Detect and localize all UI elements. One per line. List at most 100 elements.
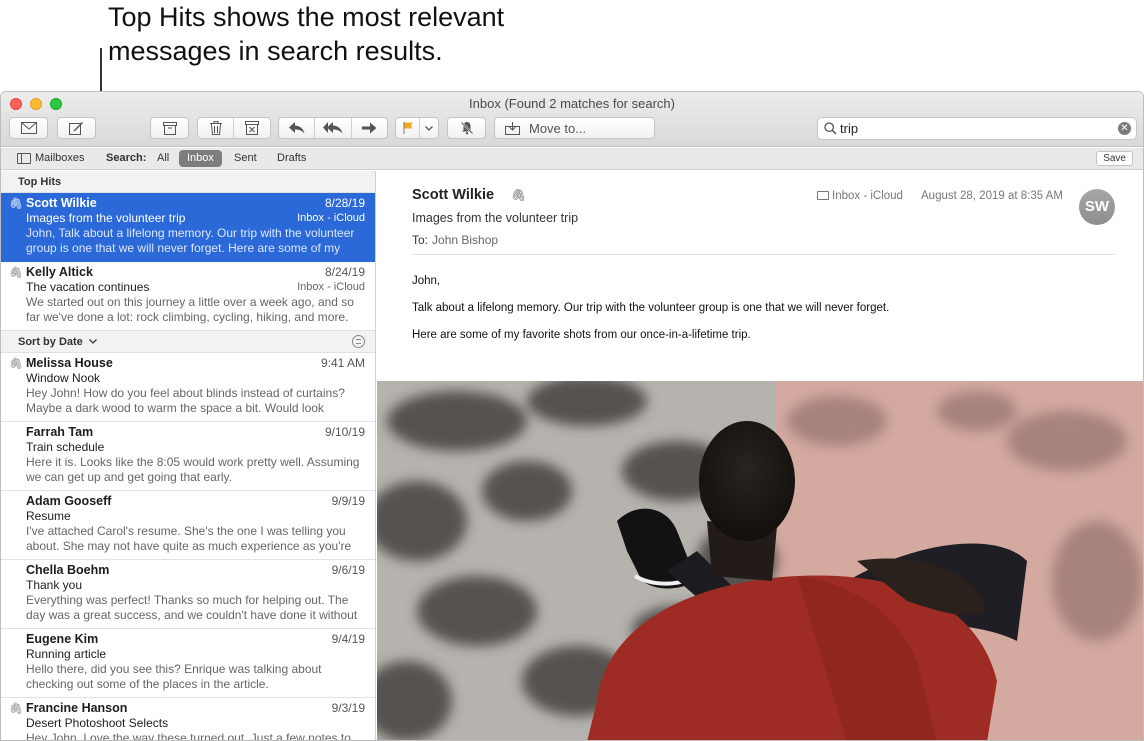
message-row-adam-gooseff[interactable]: Adam Gooseff 9/9/19 Resume I've attached …	[1, 491, 375, 560]
message-row-melissa-house[interactable]: 🖇 Melissa House 9:41 AM Window Nook Hey J…	[1, 353, 375, 422]
mail-window: Inbox (Found 2 matches for search) Move …	[0, 91, 1144, 741]
forward-arrow-icon	[361, 122, 377, 134]
reader-folder: Inbox - iCloud	[817, 190, 903, 202]
junk-icon	[245, 121, 259, 135]
message-date: 9/10/19	[324, 425, 365, 439]
archive-button[interactable]	[150, 117, 189, 139]
message-date: 8/28/19	[324, 196, 365, 210]
top-hits-header: Top Hits	[1, 171, 375, 193]
reader-sender: Scott Wilkie	[412, 187, 495, 203]
message-list: Top Hits 🖇 Scott Wilkie 8/28/19 Images fr…	[1, 171, 376, 741]
flag-icon	[403, 122, 412, 134]
message-mailbox: Inbox - iCloud	[297, 212, 365, 224]
compose-icon	[69, 122, 83, 135]
sort-by-date-label[interactable]: Sort by Date	[18, 336, 83, 348]
archive-icon	[162, 121, 177, 135]
top-hits-label: Top Hits	[18, 176, 62, 188]
avatar: SW	[1079, 189, 1115, 225]
filter-icon[interactable]	[352, 335, 365, 348]
forward-button[interactable]	[352, 118, 387, 138]
message-sender: Farrah Tam	[26, 425, 94, 439]
callout-line-2: messages in search results.	[108, 36, 443, 66]
move-to-button[interactable]: Move to...	[494, 117, 655, 139]
chevron-down-icon	[425, 125, 433, 131]
message-row-kelly-altick[interactable]: 🖇 Kelly Altick 8/24/19 The vacation conti…	[1, 262, 375, 331]
reply-segment	[278, 117, 388, 139]
message-sender: Adam Gooseff	[26, 494, 112, 508]
trash-icon	[209, 121, 222, 135]
paperclip-icon: 🖇	[9, 267, 23, 279]
reading-pane: Scott Wilkie 🖇 Images from the volunteer…	[377, 171, 1143, 740]
window-title: Inbox (Found 2 matches for search)	[469, 96, 675, 111]
save-search-button[interactable]: Save	[1096, 151, 1133, 166]
scope-drafts[interactable]: Drafts	[269, 150, 314, 167]
message-sender: Melissa House	[26, 356, 113, 370]
reply-button[interactable]	[279, 118, 316, 138]
body-paragraph: Talk about a lifelong memory. Our trip w…	[412, 302, 890, 314]
paperclip-icon: 🖇	[9, 198, 23, 210]
reader-recipients: To: John Bishop	[412, 233, 498, 247]
scope-all[interactable]: All	[149, 150, 177, 167]
reply-icon	[288, 122, 305, 134]
flag-button[interactable]	[396, 118, 420, 138]
body-paragraph: John,	[412, 275, 441, 287]
message-subject: Resume	[26, 509, 71, 523]
sort-header[interactable]: Sort by Date	[1, 331, 375, 353]
message-sender: Kelly Altick	[26, 265, 93, 279]
message-row-chella-boehm[interactable]: Chella Boehm 9/6/19 Thank you Everything …	[1, 560, 375, 629]
message-preview: We started out on this journey a little …	[26, 295, 354, 324]
chevron-down-icon	[88, 339, 97, 344]
message-mailbox: Inbox - iCloud	[297, 281, 365, 293]
search-input[interactable]	[840, 119, 1110, 138]
clear-search-icon[interactable]: ✕	[1118, 122, 1131, 135]
delete-button[interactable]	[198, 118, 235, 138]
message-date: 9/9/19	[331, 494, 365, 508]
message-subject: The vacation continues	[26, 280, 150, 294]
message-preview: Hello there, did you see this? Enrique w…	[26, 662, 322, 691]
reply-all-icon	[322, 122, 343, 134]
message-row-francine-hanson[interactable]: 🖇 Francine Hanson 9/3/19 Desert Photoshoo…	[1, 698, 375, 741]
mute-button[interactable]	[447, 117, 486, 139]
sidebar-toggle-icon[interactable]	[17, 153, 31, 164]
attached-photo[interactable]	[377, 381, 1143, 740]
message-preview: John, Talk about a lifelong memory. Our …	[26, 226, 355, 255]
compose-button[interactable]	[57, 117, 96, 139]
reader-date: August 28, 2019 at 8:35 AM	[921, 190, 1063, 202]
search-field[interactable]: ✕	[817, 117, 1137, 140]
paperclip-icon: 🖇	[511, 188, 527, 202]
message-date: 9:41 AM	[320, 356, 365, 370]
reader-subject: Images from the volunteer trip	[412, 211, 579, 225]
paperclip-icon: 🖇	[9, 358, 23, 370]
message-date: 9/6/19	[331, 563, 365, 577]
search-scope-label: Search:	[106, 152, 147, 164]
message-date: 8/24/19	[324, 265, 365, 279]
search-scope-bar: Mailboxes Search: All Inbox Sent Drafts …	[1, 148, 1143, 170]
titlebar: Inbox (Found 2 matches for search) Move …	[1, 92, 1143, 147]
junk-button[interactable]	[234, 118, 270, 138]
reader-folder-label: Inbox - iCloud	[832, 190, 903, 202]
scope-sent[interactable]: Sent	[226, 150, 265, 167]
message-subject: Running article	[26, 647, 107, 661]
to-name[interactable]: John Bishop	[432, 233, 498, 247]
move-to-label: Move to...	[529, 120, 587, 136]
message-subject: Desert Photoshoot Selects	[26, 716, 169, 730]
header-divider	[412, 254, 1115, 255]
flag-menu-button[interactable]	[420, 118, 438, 138]
move-to-tray-icon	[505, 121, 520, 135]
mailboxes-button[interactable]: Mailboxes	[35, 152, 85, 164]
bell-slash-icon	[460, 121, 473, 135]
message-preview: Hey John, Love the way these turned out.…	[26, 731, 351, 741]
message-preview: Here it is. Looks like the 8:05 would wo…	[26, 455, 360, 484]
message-body: John, Talk about a lifelong memory. Our …	[412, 274, 889, 355]
get-mail-button[interactable]	[9, 117, 48, 139]
search-icon	[824, 122, 837, 135]
delete-junk-segment	[197, 117, 271, 139]
envelope-icon	[20, 122, 37, 134]
reply-all-button[interactable]	[315, 118, 352, 138]
message-row-farrah-tam[interactable]: Farrah Tam 9/10/19 Train schedule Here it…	[1, 422, 375, 491]
message-subject: Window Nook	[26, 371, 101, 385]
paperclip-icon: 🖇	[9, 703, 23, 715]
scope-inbox[interactable]: Inbox	[179, 150, 222, 167]
message-row-eugene-kim[interactable]: Eugene Kim 9/4/19 Running article Hello t…	[1, 629, 375, 698]
message-row-scott-wilkie[interactable]: 🖇 Scott Wilkie 8/28/19 Images from the vo…	[1, 193, 375, 262]
